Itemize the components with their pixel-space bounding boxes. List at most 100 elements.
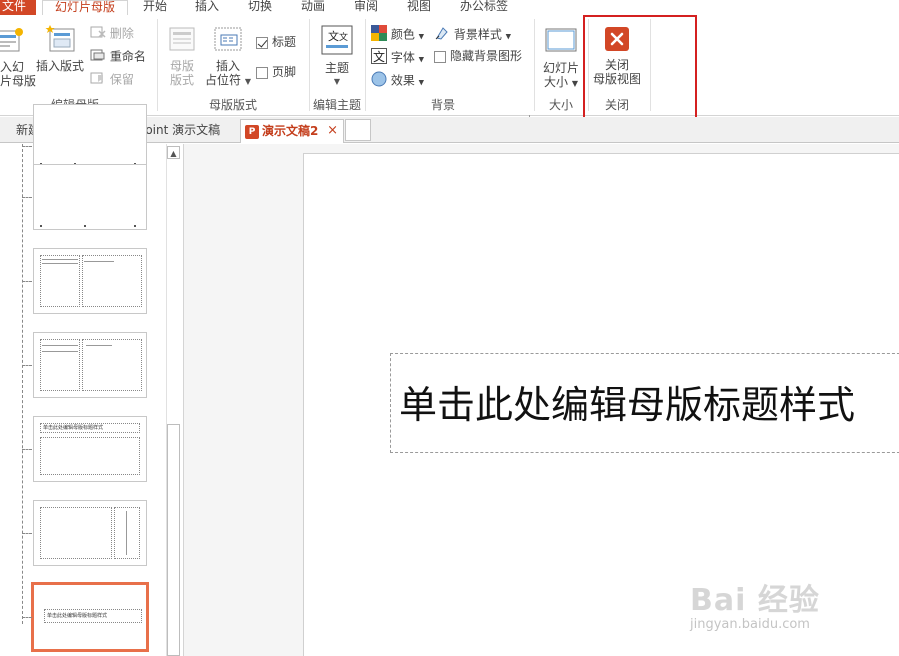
insert-placeholder-label-2-text: 占位符 (205, 73, 242, 87)
background-styles-label: 背景样式 (453, 27, 502, 42)
preserve-label: 保留 (109, 72, 134, 87)
insert-slide-master-label-1: 入幻 (0, 60, 25, 74)
footer-checkbox-box[interactable] (256, 66, 268, 79)
thumbnail-scrollbar[interactable]: ▲ (166, 144, 180, 656)
layout-thumbnail[interactable] (33, 500, 147, 566)
tree-connector (22, 197, 32, 198)
dropdown-arrow-icon: ▼ (333, 77, 341, 86)
svg-text:文: 文 (328, 29, 339, 43)
close-master-view-highlight (583, 15, 697, 123)
background-styles-icon (434, 25, 450, 45)
slide-size-label-2: 大小 ▼ (539, 75, 583, 91)
layout-thumbnail[interactable]: 单击此处编辑母版标题样式 (33, 416, 147, 482)
hide-background-graphics-box[interactable] (434, 50, 446, 63)
tab-home[interactable]: 开始 (143, 0, 167, 15)
scrollbar-thumb[interactable] (167, 424, 180, 656)
layout-thumbnail[interactable] (33, 332, 147, 398)
tab-slide-master[interactable]: 幻灯片母版 (42, 0, 128, 15)
fonts-icon: 文 (371, 48, 387, 68)
powerpoint-file-icon: P (245, 124, 259, 139)
slide-size-label-2-text: 大小 (544, 75, 569, 89)
fonts-label: 字体 (390, 50, 415, 65)
slide: 单击此处编辑母版标题样式 (303, 153, 899, 656)
thumb-placeholder: 单击此处编辑母版标题样式 (40, 423, 140, 433)
title-checkbox-box[interactable] (256, 36, 268, 49)
themes-button[interactable]: 文文 主题 ▼ (318, 25, 356, 89)
fonts-button[interactable]: 文 字体 ▼ (371, 48, 425, 65)
slide-size-button[interactable]: 幻灯片 大小 ▼ (539, 25, 583, 91)
tab-review[interactable]: 审阅 (354, 0, 378, 15)
insert-placeholder-icon (205, 25, 251, 56)
delete-label: 删除 (109, 26, 134, 41)
delete-button[interactable]: 删除 (90, 25, 134, 41)
colors-button[interactable]: 颜色 ▼ (371, 25, 424, 42)
insert-slide-master-label-2: 片母版 (0, 74, 37, 88)
slide-size-icon (539, 25, 583, 58)
close-tab-icon[interactable]: × (327, 120, 338, 142)
dropdown-arrow-icon: ▼ (244, 77, 251, 86)
thumb-placeholder (114, 507, 140, 559)
insert-slide-master-button[interactable]: 入幻 片母版 (0, 27, 37, 88)
insert-layout-button[interactable]: 插入版式 (33, 23, 87, 73)
layout-tree-line (22, 144, 23, 624)
thumb-detail (42, 351, 78, 352)
footer-checkbox[interactable]: 页脚 (256, 64, 296, 80)
tab-insert[interactable]: 插入 (195, 0, 219, 15)
dropdown-arrow-icon: ▼ (505, 32, 512, 41)
thumb-detail (126, 511, 127, 555)
layout-thumbnail[interactable] (33, 104, 147, 170)
preserve-icon (90, 71, 106, 89)
background-styles-button[interactable]: 背景样式 ▼ (434, 25, 512, 42)
preserve-button[interactable]: 保留 (90, 71, 134, 87)
tab-animations[interactable]: 动画 (301, 0, 325, 15)
tab-view[interactable]: 视图 (407, 0, 431, 15)
rename-button[interactable]: 重命名 (90, 48, 146, 64)
thumb-placeholder (40, 437, 140, 475)
master-layout-label-1: 母版 (169, 59, 194, 73)
tab-office-tab[interactable]: 办公标签 (460, 0, 508, 15)
slide-canvas: 单击此处编辑母版标题样式 (184, 144, 899, 656)
effects-icon (371, 71, 387, 91)
footer-checkbox-label: 页脚 (272, 65, 297, 79)
document-tab-presentation2[interactable]: P 演示文稿2 × (240, 119, 344, 143)
layout-thumbnail[interactable] (33, 248, 147, 314)
title-checkbox[interactable]: 标题 (256, 34, 296, 50)
thumb-detail (42, 263, 78, 264)
thumb-placeholder (40, 339, 80, 391)
thumb-detail (40, 225, 42, 227)
thumb-title-text: 单击此处编辑母版标题样式 (43, 425, 104, 431)
insert-placeholder-button[interactable]: 插入 占位符 ▼ (205, 25, 251, 89)
title-placeholder-text: 单击此处编辑母版标题样式 (399, 383, 856, 427)
edit-theme-group-label: 编辑主题 (312, 98, 361, 112)
hide-background-graphics-checkbox[interactable]: 隐藏背景图形 (434, 48, 522, 64)
scroll-up-arrow-icon[interactable]: ▲ (167, 146, 180, 159)
title-checkbox-label: 标题 (272, 35, 297, 49)
effects-label: 效果 (390, 73, 415, 88)
dropdown-arrow-icon: ▼ (418, 78, 425, 87)
new-tab-button[interactable] (345, 119, 371, 141)
layout-thumbnail-selected[interactable]: 单击此处编辑母版标题样式 (31, 582, 149, 652)
group-divider (157, 19, 158, 111)
size-group-label: 大小 (548, 98, 573, 112)
thumb-detail (84, 261, 114, 262)
tab-transitions[interactable]: 切换 (248, 0, 272, 15)
dropdown-arrow-icon: ▼ (418, 55, 425, 64)
themes-label: 主题 (324, 61, 349, 75)
effects-button[interactable]: 效果 ▼ (371, 71, 425, 88)
master-layout-label-2: 版式 (169, 73, 194, 87)
delete-icon (90, 25, 106, 43)
insert-placeholder-label-2: 占位符 ▼ (205, 73, 251, 89)
thumb-detail (42, 345, 78, 346)
thumb-detail (84, 225, 86, 227)
master-layout-button[interactable]: 母版 版式 (162, 25, 202, 87)
layout-thumbnail[interactable] (33, 164, 147, 230)
slide-master-icon (0, 27, 30, 56)
title-placeholder[interactable]: 单击此处编辑母版标题样式 (390, 353, 899, 453)
powerpoint-window: 文件 幻灯片母版 开始 插入 切换 动画 审阅 视图 办公标签 入幻 片母版 插… (0, 0, 899, 656)
dropdown-arrow-icon: ▼ (571, 79, 578, 88)
slide-thumbnail-pane: 单击此处编辑母版标题样式 单击此处编辑母版标题样式 (0, 104, 166, 656)
insert-placeholder-label-1: 插入 (215, 59, 240, 73)
tab-file[interactable]: 文件 (0, 0, 36, 15)
insert-layout-label: 插入版式 (35, 59, 84, 73)
menu-tab-bar: 文件 幻灯片母版 开始 插入 切换 动画 审阅 视图 办公标签 (0, 0, 899, 15)
